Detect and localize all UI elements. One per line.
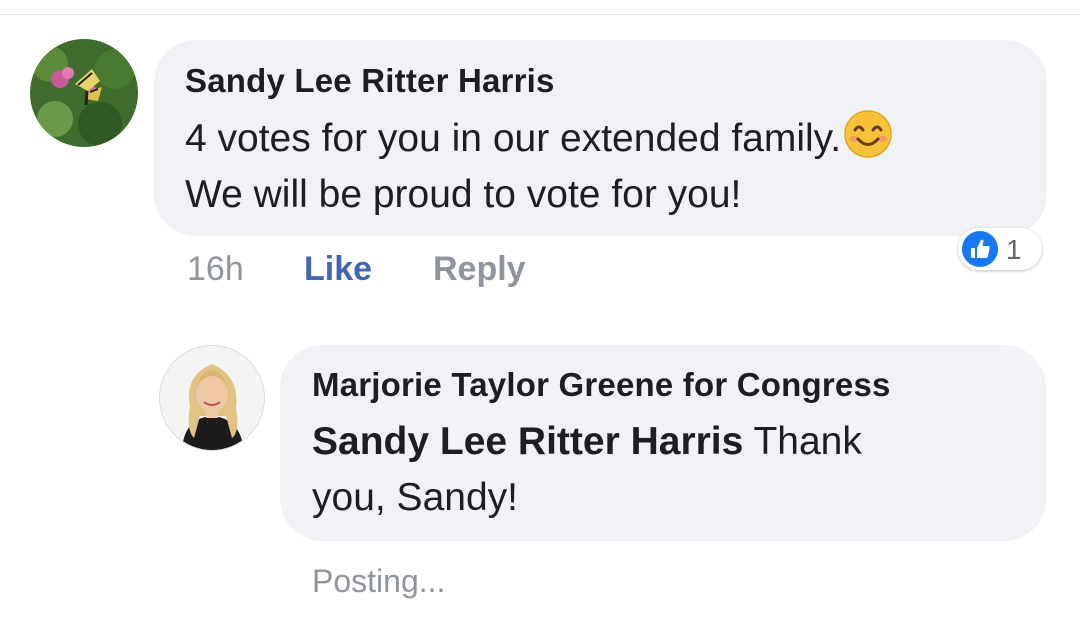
reply-text: Sandy Lee Ritter Harris Thank you, Sandy… [312,414,862,526]
posting-status: Posting... [312,563,446,599]
reaction-count: 1 [1006,234,1022,265]
comment-line-2: We will be proud to vote for you! [185,173,742,216]
reply-text-part-2: you, Sandy! [312,476,518,519]
top-divider [0,0,1080,15]
like-button[interactable]: Like [304,250,372,289]
comment-text: 4 votes for you in our extended family. … [185,109,893,223]
comment-actions: 16h Like Reply [187,250,587,290]
profile-photo-image [160,346,264,450]
reply-author[interactable]: Marjorie Taylor Greene for Congress [312,366,891,404]
avatar[interactable] [159,345,265,451]
reaction-badge[interactable]: 1 [958,228,1042,270]
avatar[interactable] [30,39,138,147]
reply-text-part-1: Thank [753,420,862,463]
comment-author[interactable]: Sandy Lee Ritter Harris [185,62,555,100]
reply-button[interactable]: Reply [433,250,526,289]
smiling-face-icon [843,109,893,159]
comment-line-1: 4 votes for you in our extended family. [185,117,842,160]
reply-bubble: Marjorie Taylor Greene for Congress Sand… [280,345,1046,541]
butterfly-avatar-image [30,39,138,147]
comment-bubble: Sandy Lee Ritter Harris 4 votes for you … [154,40,1047,236]
comment-timestamp[interactable]: 16h [187,250,244,289]
mention-link[interactable]: Sandy Lee Ritter Harris [312,420,743,463]
thumbs-up-icon [962,231,998,267]
